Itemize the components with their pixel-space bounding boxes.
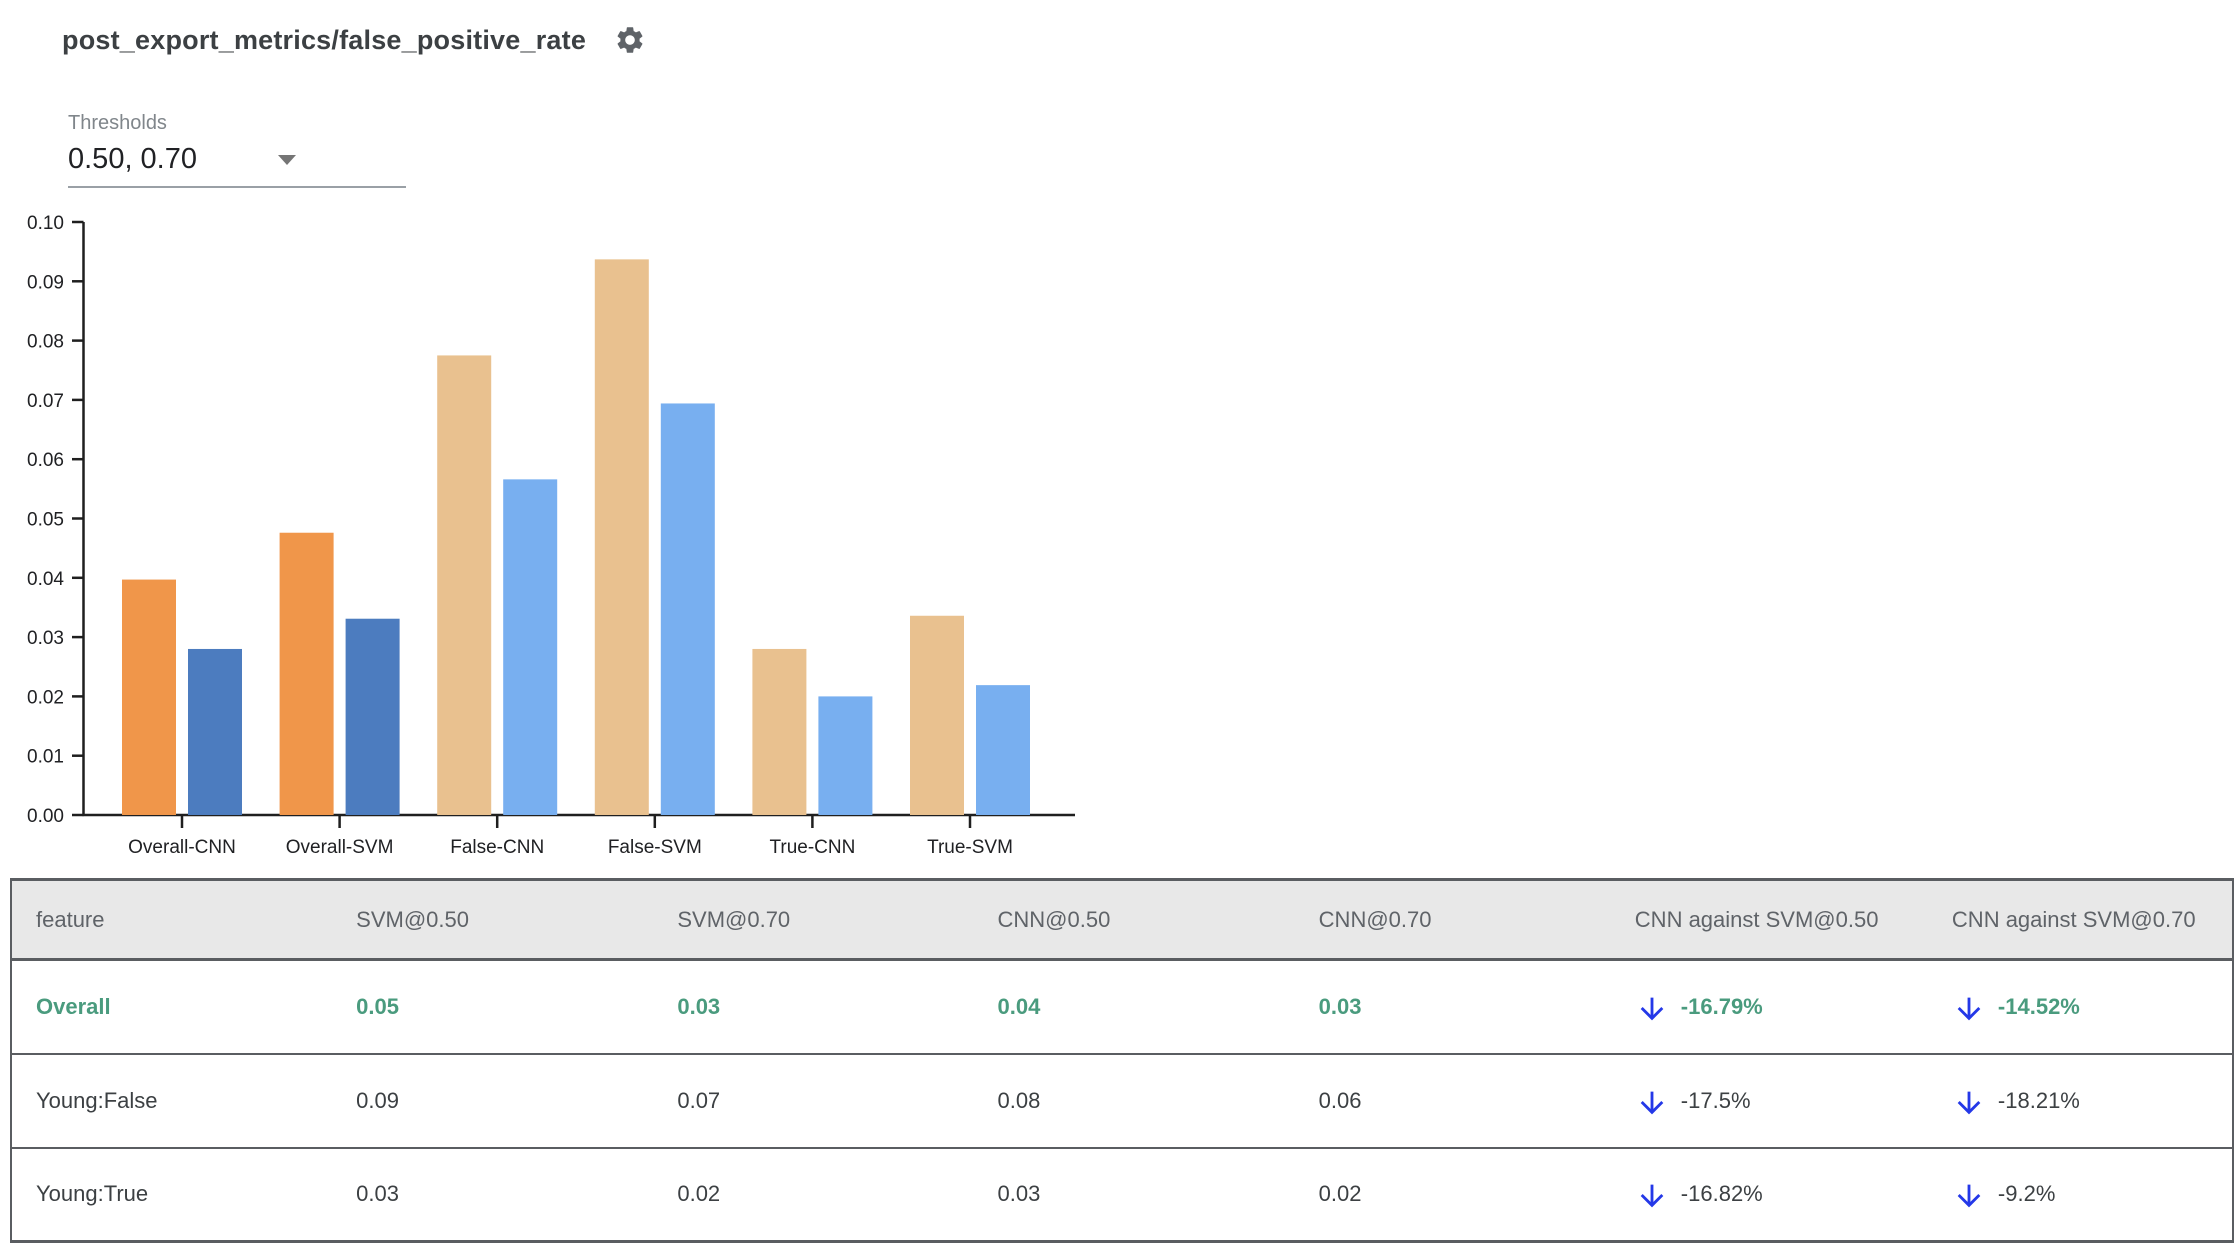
comparison-percent: -16.82%: [1680, 1181, 1763, 1207]
down-arrow-icon: [1640, 1184, 1664, 1208]
column-header-cnn-0-70: CNN@0.70: [1294, 879, 1611, 961]
feature-cell: Young:False: [11, 1052, 333, 1148]
y-axis-tick-label: 0.01: [27, 747, 64, 768]
bar-False-CNN-threshold-0.50[interactable]: [437, 355, 492, 815]
bar-True-CNN-threshold-0.70[interactable]: [818, 696, 873, 815]
x-axis-category-label: Overall-SVM: [286, 837, 394, 858]
thresholds-label: Thresholds: [68, 112, 167, 134]
y-axis-tick-label: 0.07: [27, 391, 64, 412]
metric-value-cell: 0.03: [677, 993, 721, 1019]
comparison-percent: -17.5%: [1680, 1087, 1751, 1113]
metric-value-cell: 0.09: [332, 1052, 654, 1148]
table-row[interactable]: Overall 0.05 0.03 0.04 0.03 -16.79% -14.52%: [11, 960, 2233, 1054]
down-arrow-icon: [1957, 1184, 1981, 1208]
column-header-cnn-0-50: CNN@0.50: [973, 879, 1295, 961]
metric-panel: post_export_metrics/false_positive_rate …: [0, 0, 2236, 1258]
metric-value-cell: 0.02: [1294, 1146, 1611, 1242]
bar-True-SVM-threshold-0.70[interactable]: [976, 685, 1030, 815]
metric-value-cell: 0.02: [653, 1146, 974, 1242]
column-header-feature: feature: [11, 879, 333, 961]
comparison-cell: -17.5%: [1610, 1052, 1928, 1148]
bar-False-SVM-threshold-0.50[interactable]: [594, 259, 649, 815]
bar-Overall-SVM-threshold-0.70[interactable]: [345, 618, 400, 815]
table-header: feature SVM@0.50 SVM@0.70 CNN@0.50 CNN@0.70 C…: [11, 879, 2233, 961]
comparison-cell: -16.82%: [1610, 1146, 1928, 1242]
thresholds-value: 0.50, 0.70: [68, 143, 197, 175]
down-arrow-icon: [1640, 997, 1664, 1021]
comparison-cell: -14.52%: [1928, 960, 2233, 1054]
y-axis-tick-label: 0.00: [27, 806, 64, 827]
table-row[interactable]: Young:False 0.09 0.07 0.08 0.06 -17.5% -18.21%: [11, 1052, 2233, 1148]
title-row: post_export_metrics/false_positive_rate: [62, 24, 646, 56]
metric-value-cell: 0.08: [973, 1052, 1295, 1148]
settings-gear-icon[interactable]: [614, 24, 646, 56]
y-axis-tick-label: 0.09: [27, 272, 64, 293]
y-axis-tick-label: 0.08: [27, 332, 64, 353]
y-axis-tick-label: 0.10: [27, 213, 64, 234]
y-axis-tick-label: 0.03: [27, 628, 64, 649]
column-header-cnn-against-svm-0-70: CNN against SVM@0.70: [1927, 879, 2233, 961]
false-positive-rate-bar-chart: 0.00 0.01 0.02 0.03 0.04 0.05 0.06 0.07 0.08 0.09…: [27, 213, 1075, 858]
bar-False-CNN-threshold-0.70[interactable]: [503, 479, 558, 815]
down-arrow-icon: [1957, 1091, 1981, 1114]
comparison-cell: -9.2%: [1927, 1146, 2233, 1242]
bar-Overall-CNN-threshold-0.50[interactable]: [122, 579, 176, 815]
metric-value-cell: 0.03: [332, 1146, 654, 1242]
comparison-percent: -18.21%: [1997, 1087, 2080, 1113]
bar-True-SVM-threshold-0.50[interactable]: [910, 615, 964, 815]
page-title: post_export_metrics/false_positive_rate: [62, 24, 587, 55]
metric-value-cell: 0.04: [997, 993, 1041, 1019]
x-axis-category-label: False-CNN: [450, 837, 544, 858]
x-axis-category-label: True-CNN: [769, 837, 855, 858]
metric-value-cell: 0.03: [973, 1146, 1295, 1242]
bar-Overall-SVM-threshold-0.50[interactable]: [279, 532, 334, 815]
feature-cell: Overall: [36, 993, 111, 1019]
y-axis-tick-label: 0.06: [27, 450, 64, 471]
down-arrow-icon: [1640, 1091, 1664, 1114]
dropdown-caret-icon: [278, 154, 296, 165]
comparison-cell: -18.21%: [1927, 1052, 2233, 1148]
column-header-cnn-against-svm-0-50: CNN against SVM@0.50: [1610, 879, 1928, 961]
x-axis-category-label: False-SVM: [608, 837, 702, 858]
feature-cell: Young:True: [11, 1146, 333, 1242]
comparison-cell: -16.79%: [1611, 960, 1928, 1054]
thresholds-select[interactable]: Thresholds 0.50, 0.70: [68, 112, 406, 188]
comparison-percent: -16.79%: [1680, 993, 1763, 1019]
y-axis-tick-label: 0.04: [27, 569, 64, 590]
x-axis-category-label: True-SVM: [927, 837, 1013, 858]
table-row[interactable]: Young:True 0.03 0.02 0.03 0.02 -16.82% -9.2%: [11, 1146, 2233, 1242]
metric-value-cell: 0.06: [1294, 1052, 1611, 1148]
bar-True-CNN-threshold-0.50[interactable]: [752, 648, 807, 815]
column-header-svm-0-50: SVM@0.50: [332, 879, 654, 961]
metric-value-cell: 0.07: [653, 1052, 974, 1148]
metric-value-cell: 0.05: [356, 993, 399, 1019]
down-arrow-icon: [1957, 997, 1981, 1021]
comparison-percent: -9.2%: [1997, 1181, 2056, 1207]
x-axis-category-label: Overall-CNN: [128, 837, 236, 858]
comparison-percent: -14.52%: [1997, 993, 2080, 1019]
column-header-svm-0-70: SVM@0.70: [653, 879, 974, 961]
bar-Overall-CNN-threshold-0.70[interactable]: [188, 648, 242, 815]
y-axis-tick-label: 0.02: [27, 687, 64, 708]
metric-value-cell: 0.03: [1318, 993, 1362, 1019]
y-axis-tick-label: 0.05: [27, 510, 64, 531]
bar-False-SVM-threshold-0.70[interactable]: [660, 403, 715, 815]
metrics-table: feature SVM@0.50 SVM@0.70 CNN@0.50 CNN@0.70 C…: [10, 878, 2234, 1243]
